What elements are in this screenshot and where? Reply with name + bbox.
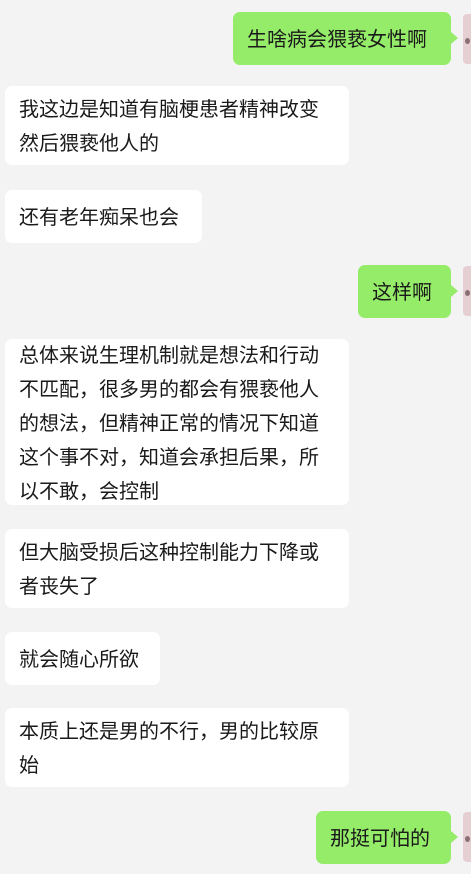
message-bubble-incoming[interactable]: 还有老年痴呆也会 [5,190,202,243]
chat-window: { "chat": { "messages": [ { "side": "out… [0,0,471,874]
message-text: 但大脑受损后这种控制能力下降或者丧失了 [19,539,319,598]
message-bubble-incoming[interactable]: 本质上还是男的不行，男的比较原始 [5,708,349,787]
message-text: 总体来说生理机制就是想法和行动不匹配，很多男的都会有猥亵他人的想法，但精神正常的… [19,343,319,503]
message-bubble-outgoing[interactable]: 生啥病会猥亵女性啊 [233,12,451,65]
message-text: 还有老年痴呆也会 [19,204,179,229]
message-text: 我这边是知道有脑梗患者精神改变然后猥亵他人的 [19,96,319,155]
user-avatar[interactable] [463,266,471,316]
bubble-tail [451,285,458,297]
user-avatar[interactable] [463,812,471,862]
message-text: 这样啊 [372,279,432,304]
message-text: 那挺可怕的 [330,825,430,850]
message-text: 生啥病会猥亵女性啊 [247,26,427,51]
message-bubble-incoming[interactable]: 就会随心所欲 [5,632,160,685]
message-text: 就会随心所欲 [19,646,139,671]
message-bubble-outgoing[interactable]: 这样啊 [358,265,451,318]
bubble-tail [451,831,458,843]
message-bubble-incoming[interactable]: 我这边是知道有脑梗患者精神改变然后猥亵他人的 [5,86,349,165]
message-bubble-outgoing[interactable]: 那挺可怕的 [316,811,451,864]
message-text: 本质上还是男的不行，男的比较原始 [19,718,319,777]
user-avatar[interactable] [463,14,471,64]
bubble-tail [451,32,458,44]
message-bubble-incoming[interactable]: 但大脑受损后这种控制能力下降或者丧失了 [5,529,349,608]
message-bubble-incoming[interactable]: 总体来说生理机制就是想法和行动不匹配，很多男的都会有猥亵他人的想法，但精神正常的… [5,339,349,505]
